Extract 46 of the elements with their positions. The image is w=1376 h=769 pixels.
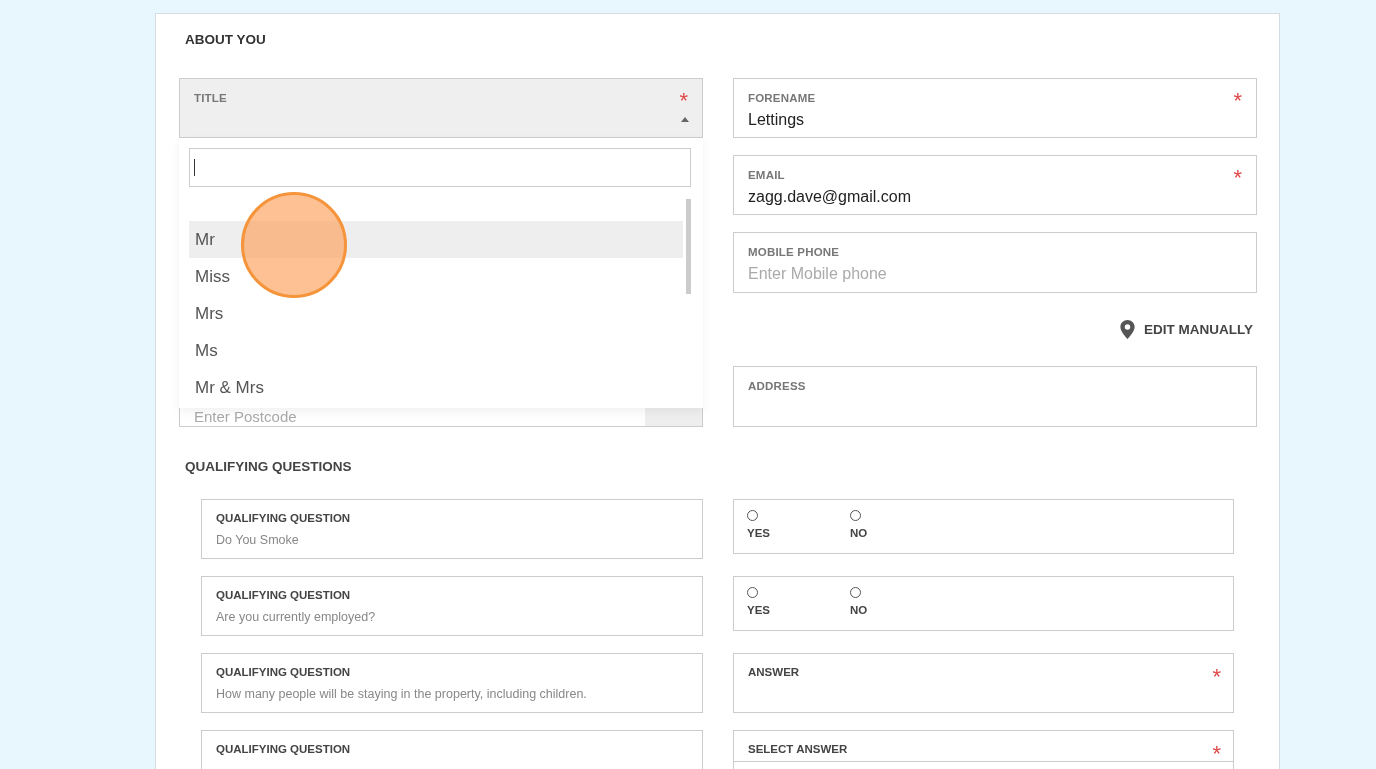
scrollbar[interactable] [686, 199, 691, 294]
postcode-field[interactable]: Enter Postcode [180, 408, 645, 425]
dropdown-option[interactable]: Miss [189, 258, 683, 295]
question-text: How many people will be staying in the property, including children. [216, 687, 588, 701]
dropdown-option[interactable]: Mr [189, 221, 683, 258]
radio-label: NO [850, 604, 868, 616]
map-pin-icon [1120, 320, 1135, 339]
section-heading: ABOUT YOU [184, 32, 267, 49]
field-label: ANSWER [748, 666, 800, 678]
field-label: TITLE [194, 92, 227, 104]
question-label: QUALIFYING QUESTION [216, 589, 352, 601]
text-field[interactable]: MOBILE PHONE Enter Mobile phone [733, 232, 1257, 293]
question-label: QUALIFYING QUESTION [216, 743, 352, 755]
field-label: EMAIL [748, 169, 785, 181]
radio-label: YES [747, 604, 770, 616]
text-input[interactable]: Enter Mobile phone [748, 265, 1242, 283]
required-asterisk: * [679, 90, 688, 112]
question-text: Do You Smoke [216, 533, 300, 547]
text-input[interactable]: Lettings [748, 111, 1242, 129]
text-field[interactable]: EMAIL * zagg.dave@gmail.com [733, 155, 1257, 215]
text-input[interactable]: zagg.dave@gmail.com [748, 188, 1242, 206]
dropdown-option[interactable]: Mrs [189, 295, 683, 332]
required-asterisk: * [1233, 167, 1242, 189]
radio-label: NO [850, 527, 868, 539]
answer-field[interactable]: ANSWER * [733, 653, 1234, 713]
field-label: SELECT ANSWER [748, 743, 848, 755]
field-label: MOBILE PHONE [748, 246, 840, 258]
dropdown-option[interactable]: Mr & Mrs [189, 369, 683, 406]
search-field[interactable] [189, 148, 691, 187]
dropdown-option[interactable]: Ms [189, 332, 683, 369]
section-heading: QUALIFYING QUESTIONS [184, 459, 353, 476]
required-asterisk: * [1212, 743, 1221, 765]
question-label: QUALIFYING QUESTION [216, 666, 352, 678]
text-field[interactable]: FORENAME * Lettings [733, 78, 1257, 138]
question-text: Are you currently employed? [216, 610, 377, 624]
answer-select[interactable]: SELECT ANSWER * [733, 730, 1234, 769]
field-label: ADDRESS [748, 380, 806, 392]
radio-label: YES [747, 527, 770, 539]
required-asterisk: * [1233, 90, 1242, 112]
required-asterisk: * [1212, 666, 1221, 688]
field-label: FORENAME [748, 92, 816, 104]
text-cursor-icon [194, 159, 195, 176]
caret-icon [681, 117, 689, 122]
edit-manually-link[interactable]: EDIT MANUALLY [1120, 320, 1257, 339]
address-field[interactable]: ADDRESS [733, 366, 1257, 427]
question-label: QUALIFYING QUESTION [216, 512, 352, 524]
